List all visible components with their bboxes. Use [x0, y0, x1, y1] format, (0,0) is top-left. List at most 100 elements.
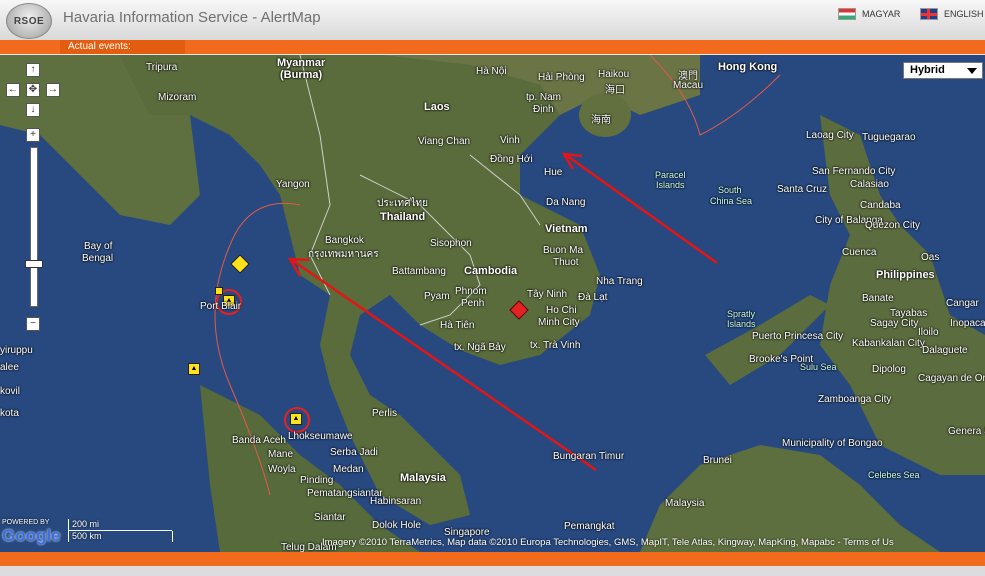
- lang-english-link[interactable]: ENGLISH: [920, 8, 984, 20]
- map-label: Myanmar: [277, 57, 326, 69]
- event-marker[interactable]: ▲: [188, 363, 200, 375]
- map-label: Cuenca: [842, 247, 877, 258]
- pan-up-button[interactable]: ↑: [26, 63, 40, 77]
- pan-left-button[interactable]: ←: [6, 83, 20, 97]
- scale-mi: 200 mi: [68, 519, 172, 531]
- footer-strip: [0, 566, 985, 576]
- map-label: Cangar: [946, 298, 979, 309]
- event-marker[interactable]: [215, 287, 223, 295]
- map-label: Islands: [727, 319, 756, 329]
- chevron-down-icon: [967, 68, 977, 74]
- map-label: alee: [0, 362, 19, 373]
- pan-center-button[interactable]: ✥: [26, 83, 40, 97]
- alert-map[interactable]: ▲ ▲ ▲ Tripura Myanmar (Burma) Mizoram Hà…: [0, 55, 985, 552]
- map-label: Brunei: [703, 455, 732, 466]
- map-label: Genera Santos: [948, 426, 985, 437]
- map-label: kota: [0, 408, 19, 419]
- map-label: Candaba: [860, 200, 901, 211]
- map-label: 海南: [591, 115, 611, 126]
- map-label: Sagay City: [870, 318, 919, 329]
- map-label: กรุงเทพมหานคร: [308, 249, 379, 260]
- map-label: Viang Chan: [418, 136, 471, 147]
- map-label: Haikou: [598, 69, 630, 80]
- map-label: Habinsaran: [370, 496, 422, 507]
- pan-right-button[interactable]: →: [46, 83, 60, 97]
- map-type-selector[interactable]: Hybrid: [903, 62, 983, 79]
- map-label: Malaysia: [665, 498, 705, 509]
- event-highlight-ring: [284, 407, 310, 433]
- map-label: Dolok Hole: [372, 520, 421, 531]
- map-label: kovil: [0, 386, 21, 397]
- map-label: ประเทศไทย: [377, 198, 428, 209]
- map-label: Bengal: [82, 253, 114, 264]
- map-label: Calasiao: [850, 179, 889, 190]
- map-label: China Sea: [710, 196, 753, 206]
- map-label: Cambodia: [464, 265, 518, 277]
- uk-flag-icon: [920, 8, 938, 20]
- rsoe-logo: RSOE: [6, 3, 52, 39]
- map-label: yiruppu: [0, 345, 33, 356]
- map-label: Municipality of Bongao: [782, 438, 883, 449]
- map-label: Philippines: [876, 269, 935, 281]
- map-label: Macau: [673, 80, 704, 91]
- pan-down-button[interactable]: ↓: [26, 103, 40, 117]
- map-label: Celebes Sea: [868, 470, 920, 480]
- map-label: Inopaca: [950, 318, 985, 329]
- map-type-value: Hybrid: [910, 64, 945, 76]
- lang-hungarian-link[interactable]: MAGYAR: [838, 8, 900, 20]
- map-label: Puerto Princesa City: [752, 331, 844, 342]
- map-copyright[interactable]: Imagery ©2010 TerraMetrics, Map data ©20…: [322, 537, 894, 548]
- zoom-slider-handle[interactable]: [25, 260, 43, 268]
- map-label: Thailand: [380, 211, 426, 223]
- map-label: Islands: [656, 180, 685, 190]
- map-label: Hà Tiên: [440, 320, 475, 331]
- map-label: Lhokseumawe: [288, 431, 353, 442]
- map-label: Santa Cruz: [777, 184, 828, 195]
- map-label: Ho Chi: [546, 305, 577, 316]
- map-label: (Burma): [280, 69, 323, 81]
- map-label: Cagayan de Oro: [918, 373, 985, 384]
- hungary-flag-icon: [838, 8, 856, 20]
- map-label: Laos: [424, 101, 450, 113]
- app-header: RSOE Havaria Information Service - Alert…: [0, 0, 985, 41]
- map-label: Hue: [544, 167, 563, 178]
- map-label: Nha Trang: [596, 276, 643, 287]
- map-label: Iloilo: [918, 327, 939, 338]
- map-label: Sulu Sea: [800, 362, 837, 372]
- map-label: Đà Lạt: [578, 292, 608, 303]
- map-label: San Fernando City: [812, 166, 896, 177]
- map-label: South: [718, 185, 742, 195]
- map-label: Oas: [921, 252, 940, 263]
- powered-by-label: POWERED BY: [2, 519, 50, 526]
- map-label: Paracel: [655, 170, 686, 180]
- tab-actual-events[interactable]: Actual events:: [60, 40, 185, 54]
- map-scale: 200 mi 500 km: [68, 519, 173, 542]
- map-label: Tripura: [146, 62, 178, 73]
- map-label: Đồng Hới: [490, 154, 533, 165]
- map-label: Zamboanga City: [818, 394, 892, 405]
- map-label: Banate: [862, 293, 894, 304]
- map-label: Mane: [268, 449, 294, 460]
- map-label: Siantar: [314, 512, 346, 523]
- map-label: Dipolog: [872, 364, 906, 375]
- map-label: Hải Phòng: [538, 72, 585, 83]
- map-label: tx. Trà Vinh: [530, 340, 581, 351]
- map-label: Pyam: [424, 291, 450, 302]
- google-logo[interactable]: POWERED BY Google: [2, 519, 61, 546]
- map-label: Medan: [333, 464, 364, 475]
- zoom-slider-track[interactable]: [30, 147, 38, 307]
- map-label: Da Nang: [546, 197, 586, 208]
- map-label: Yangon: [276, 179, 310, 190]
- map-label: Bangkok: [325, 235, 364, 246]
- map-label: tp. Nam: [526, 92, 562, 103]
- map-label: Serba Jadi: [330, 447, 378, 458]
- map-label: Spratly: [727, 309, 756, 319]
- map-label: Woyla: [268, 464, 296, 475]
- map-label: Minh City: [538, 317, 580, 328]
- lang-hungarian-label: MAGYAR: [862, 9, 901, 19]
- zoom-out-button[interactable]: −: [26, 317, 40, 331]
- zoom-in-button[interactable]: +: [26, 128, 40, 142]
- map-label: tx. Ngã Bảy: [454, 342, 506, 353]
- map-label: Malaysia: [400, 472, 446, 484]
- google-wordmark: Google: [2, 526, 61, 545]
